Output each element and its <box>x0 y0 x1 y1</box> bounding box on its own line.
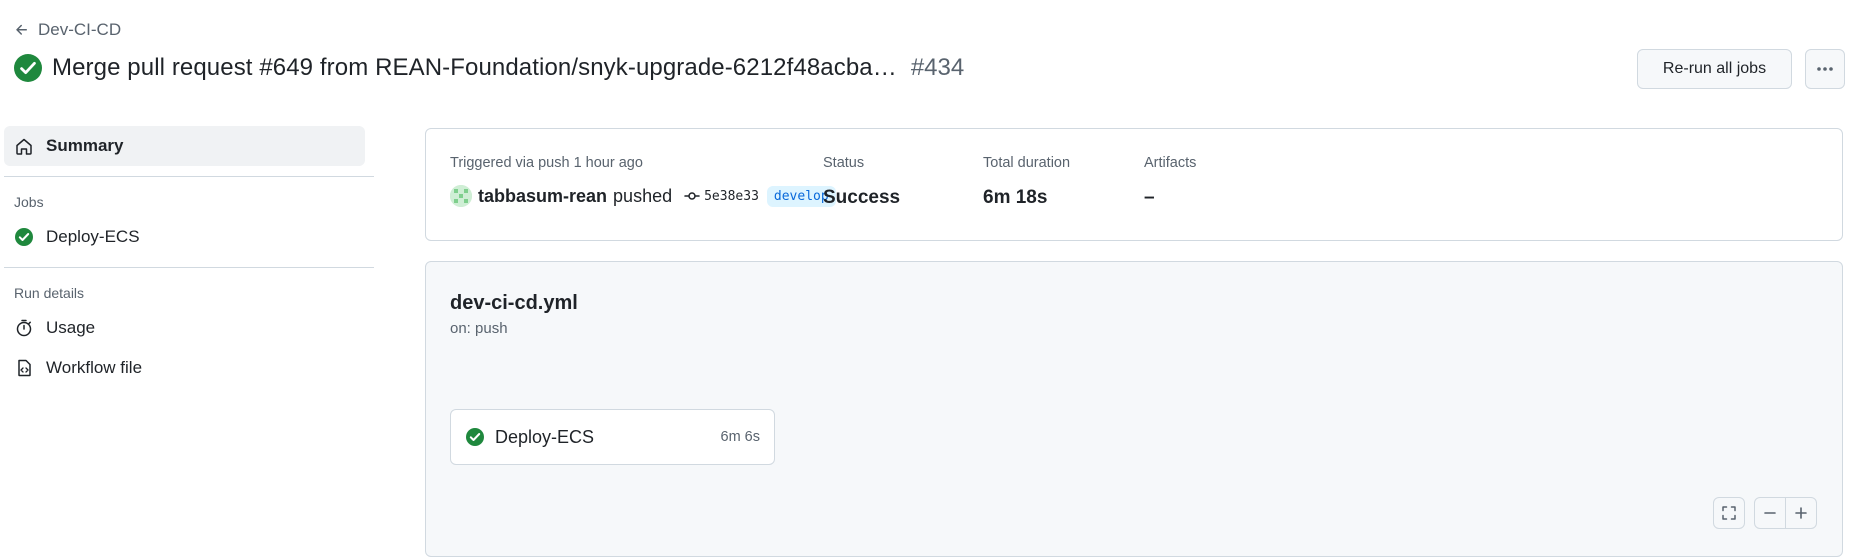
page-title: Merge pull request #649 from REAN-Founda… <box>52 54 897 81</box>
workflow-trigger: on: push <box>450 320 508 337</box>
sidebar-item-workflow-file[interactable]: Workflow file <box>0 348 375 388</box>
more-options-button[interactable] <box>1805 49 1845 89</box>
artifacts-label: Artifacts <box>1144 155 1197 171</box>
trigger-label: Triggered via push 1 hour ago <box>450 155 643 171</box>
sidebar-item-label: Workflow file <box>46 358 143 377</box>
sidebar-item-label: Summary <box>46 136 124 155</box>
artifacts-column: Artifacts – <box>1144 155 1196 209</box>
trigger-column: Triggered via push 1 hour ago tabbasum-r… <box>450 155 836 207</box>
commit-sha: 5e38e33 <box>704 188 759 204</box>
status-label: Status <box>823 155 865 171</box>
workflow-file-name: dev-ci-cd.yml <box>450 292 578 314</box>
run-title: Merge pull request #649 from REAN-Founda… <box>14 54 964 82</box>
trigger-row: tabbasum-rean pushed 5e38e33 develop <box>450 185 836 207</box>
sidebar-item-label: Usage <box>46 318 96 337</box>
fullscreen-button[interactable] <box>1713 497 1745 529</box>
sidebar-item-summary[interactable]: Summary <box>4 126 365 166</box>
sidebar-divider <box>4 176 374 177</box>
duration-value: 6m 18s <box>983 187 1048 208</box>
action-text: pushed <box>613 185 673 206</box>
workflow-graph: dev-ci-cd.yml on: push Deploy-ECS 6m 6s <box>425 261 1843 557</box>
home-icon <box>16 138 32 155</box>
arrow-left-icon <box>16 24 27 35</box>
git-commit-icon <box>684 192 700 200</box>
sidebar-item-label: Deploy-ECS <box>46 227 140 246</box>
plus-icon <box>1795 507 1807 519</box>
run-details-heading: Run details <box>14 285 85 301</box>
back-link-label: Dev-CI-CD <box>38 20 122 39</box>
actor-link[interactable]: tabbasum-rean <box>478 186 607 207</box>
success-check-icon <box>466 428 484 446</box>
sidebar-item-deploy-ecs[interactable]: Deploy-ECS <box>0 217 375 257</box>
rerun-all-jobs-button[interactable]: Re-run all jobs <box>1637 49 1792 89</box>
commit-link[interactable]: 5e38e33 <box>684 188 759 204</box>
fullscreen-icon <box>1722 506 1736 520</box>
jobs-heading: Jobs <box>14 194 44 210</box>
run-sidebar: Summary Jobs Deploy-ECS Run details Usag… <box>0 126 375 388</box>
minus-icon <box>1764 512 1776 514</box>
job-name: Deploy-ECS <box>495 426 595 447</box>
avatar[interactable] <box>450 185 472 207</box>
zoom-out-button[interactable] <box>1754 497 1786 529</box>
stopwatch-icon <box>16 319 32 337</box>
duration-column: Total duration 6m 18s <box>983 155 1070 209</box>
status-column: Status Success <box>823 155 900 209</box>
status-value: Success <box>823 187 901 208</box>
job-duration: 6m 6s <box>720 429 761 445</box>
back-link[interactable]: Dev-CI-CD <box>14 20 121 40</box>
file-code-icon <box>18 359 31 377</box>
success-check-icon <box>15 228 33 246</box>
sidebar-divider <box>4 267 374 268</box>
kebab-horizontal-icon <box>1817 67 1833 71</box>
duration-label: Total duration <box>983 155 1071 171</box>
success-check-icon <box>14 54 42 82</box>
run-number: #434 <box>910 54 965 81</box>
sidebar-item-usage[interactable]: Usage <box>0 308 375 348</box>
zoom-in-button[interactable] <box>1785 497 1817 529</box>
artifacts-value: – <box>1144 187 1155 208</box>
run-summary-card: Triggered via push 1 hour ago tabbasum-r… <box>425 128 1843 241</box>
job-node-deploy-ecs[interactable]: Deploy-ECS 6m 6s <box>450 409 775 465</box>
